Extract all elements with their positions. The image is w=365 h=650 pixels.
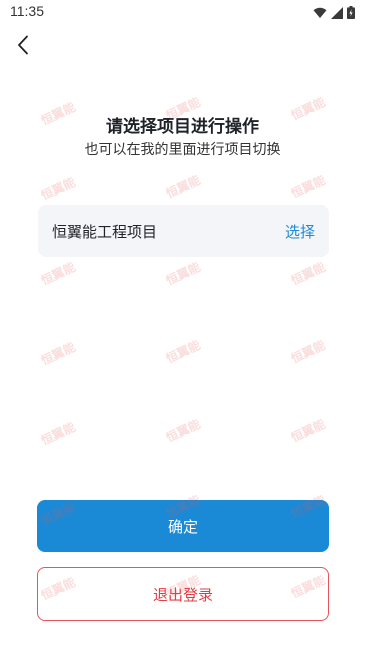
battery-icon — [347, 4, 355, 23]
wifi-icon — [313, 4, 327, 23]
select-project-link[interactable]: 选择 — [285, 221, 315, 242]
watermark: 恒翼能 — [288, 172, 328, 201]
page-subtitle: 也可以在我的里面进行项目切换 — [84, 142, 281, 158]
watermark: 恒翼能 — [38, 259, 78, 288]
watermark: 恒翼能 — [288, 337, 328, 366]
signal-icon — [331, 4, 343, 23]
page-title: 请选择项目进行操作 — [106, 117, 259, 137]
status-icons — [313, 4, 355, 23]
watermark: 恒翼能 — [38, 174, 78, 203]
watermark: 恒翼能 — [163, 337, 203, 366]
chevron-left-icon — [16, 35, 30, 59]
logout-button-label: 退出登录 — [152, 585, 213, 604]
watermark-layer: 恒翼能 恒翼能 恒翼能 恒翼能 恒翼能 恒翼能 恒翼能 恒翼能 恒翼能 恒翼能 … — [0, 0, 365, 650]
watermark: 恒翼能 — [163, 259, 203, 288]
status-bar: 11:35 — [0, 0, 365, 24]
logout-button[interactable]: 退出登录 — [37, 567, 329, 621]
watermark: 恒翼能 — [163, 416, 203, 445]
watermark: 恒翼能 — [288, 259, 328, 288]
project-name: 恒翼能工程项目 — [52, 223, 158, 241]
status-time: 11:35 — [10, 3, 44, 19]
watermark: 恒翼能 — [38, 419, 78, 448]
watermark: 恒翼能 — [38, 339, 78, 368]
watermark: 恒翼能 — [163, 172, 203, 201]
back-button[interactable] — [10, 34, 36, 60]
confirm-button-label: 确定 — [167, 517, 198, 536]
watermark: 恒翼能 — [288, 416, 328, 445]
project-card: 恒翼能工程项目 选择 — [38, 205, 329, 257]
confirm-button[interactable]: 确定 — [37, 500, 329, 552]
